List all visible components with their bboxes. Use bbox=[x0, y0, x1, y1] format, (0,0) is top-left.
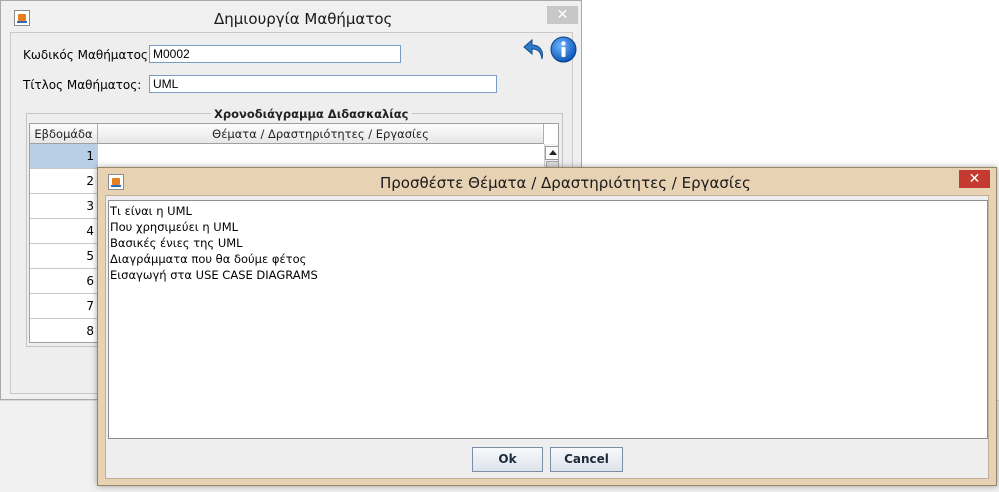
week-cell[interactable]: 3 bbox=[30, 194, 98, 219]
undo-icon[interactable] bbox=[522, 37, 548, 63]
java-app-icon bbox=[14, 10, 30, 26]
window-title: Δημιουργία Μαθήματος bbox=[214, 10, 393, 28]
java-app-icon bbox=[108, 174, 124, 190]
info-icon[interactable] bbox=[550, 36, 577, 63]
text-line: Που χρησιμεύει η UML bbox=[110, 220, 239, 234]
course-code-label: Κωδικός Μαθήματος: bbox=[23, 48, 152, 62]
text-line: Εισαγωγή στα USE CASE DIAGRAMS bbox=[110, 268, 318, 282]
week-cell[interactable]: 4 bbox=[30, 219, 98, 244]
dialog-content: Τι είναι η UML Που χρησιμεύει η UML Βασι… bbox=[105, 195, 989, 479]
week-cell[interactable]: 8 bbox=[30, 319, 98, 342]
ok-button[interactable]: Ok bbox=[472, 447, 543, 472]
schedule-group-title: Χρονοδιάγραμμα Διδασκαλίας bbox=[211, 107, 412, 121]
text-line: Βασικές ένιες της UML bbox=[110, 236, 243, 250]
week-cell[interactable]: 2 bbox=[30, 169, 98, 194]
add-topics-dialog: Προσθέστε Θέματα / Δραστηριότητες / Εργα… bbox=[97, 167, 997, 486]
dialog-title-bar[interactable]: Προσθέστε Θέματα / Δραστηριότητες / Εργα… bbox=[98, 168, 996, 194]
cancel-button[interactable]: Cancel bbox=[550, 447, 623, 472]
course-title-field[interactable] bbox=[149, 75, 497, 93]
topic-cell[interactable] bbox=[98, 144, 544, 169]
dialog-close-button[interactable]: ✕ bbox=[959, 170, 990, 188]
course-title-label: Τίτλος Μαθήματος: bbox=[23, 78, 142, 92]
text-line: Διαγράμματα που θα δούμε φέτος bbox=[110, 252, 307, 266]
scroll-up-arrow-icon[interactable] bbox=[545, 146, 558, 160]
column-header-week[interactable]: Εβδομάδα bbox=[30, 124, 98, 144]
week-cell[interactable]: 1 bbox=[30, 144, 98, 169]
topics-text-area[interactable]: Τι είναι η UML Που χρησιμεύει η UML Βασι… bbox=[108, 200, 988, 439]
title-bar[interactable]: Δημιουργία Μαθήματος ✕ bbox=[1, 1, 581, 32]
week-cell[interactable]: 5 bbox=[30, 244, 98, 269]
week-cell[interactable]: 7 bbox=[30, 294, 98, 319]
week-cell[interactable]: 6 bbox=[30, 269, 98, 294]
dialog-title: Προσθέστε Θέματα / Δραστηριότητες / Εργα… bbox=[380, 174, 751, 192]
close-button[interactable]: ✕ bbox=[547, 6, 578, 24]
text-line: Τι είναι η UML bbox=[110, 204, 192, 218]
course-code-field[interactable] bbox=[149, 45, 401, 63]
column-header-topics[interactable]: Θέματα / Δραστηριότητες / Εργασίες bbox=[98, 124, 544, 144]
